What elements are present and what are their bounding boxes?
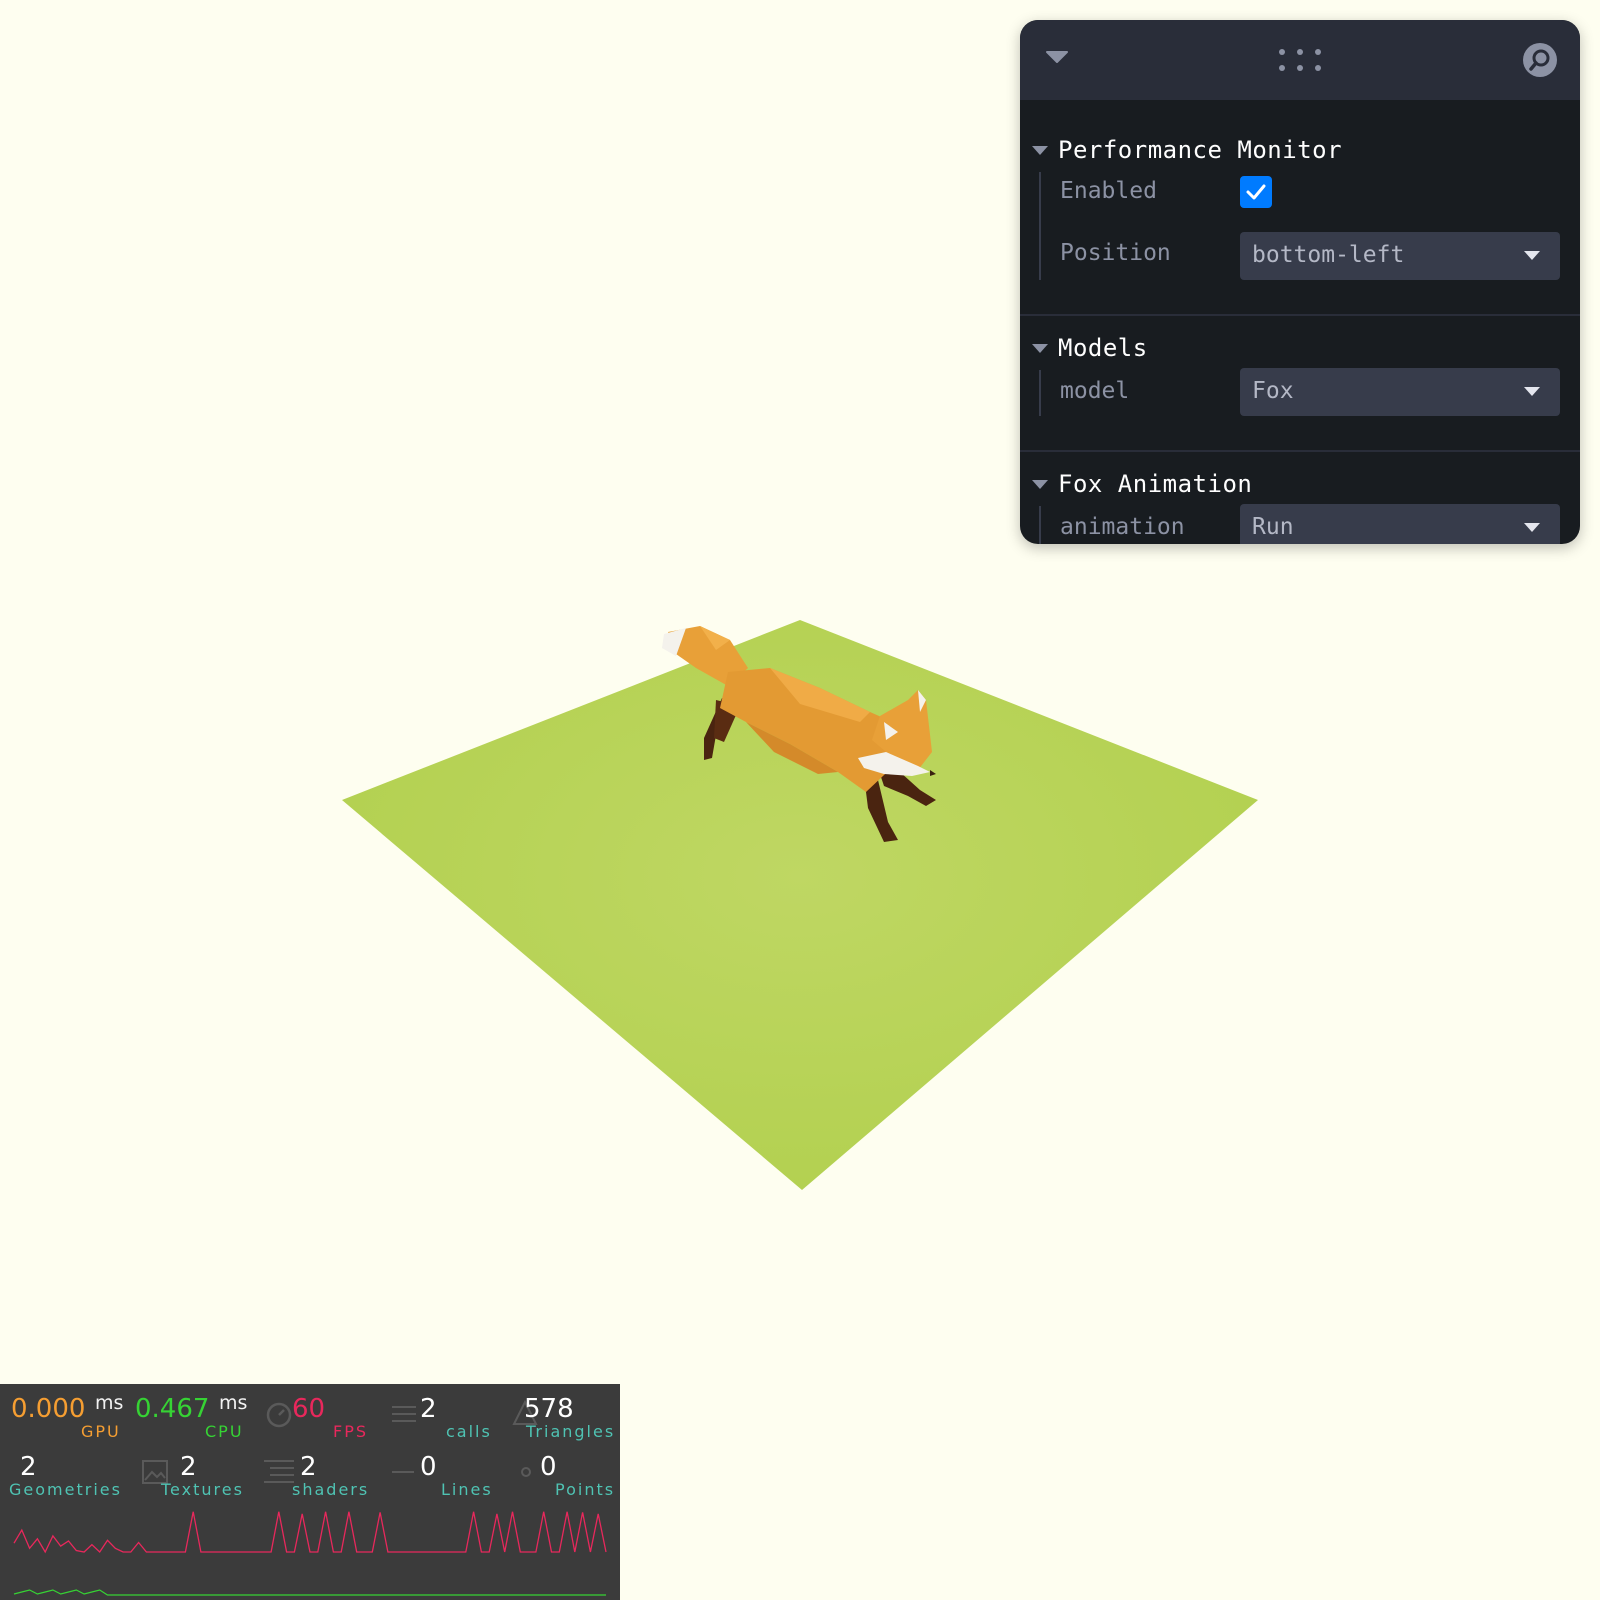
- model-select[interactable]: Fox: [1240, 368, 1560, 416]
- gpu-value: 0.000: [11, 1394, 86, 1424]
- point-icon: [521, 1467, 531, 1477]
- section-divider: [1020, 314, 1580, 316]
- section-indent-rule: [1039, 370, 1041, 416]
- checkmark-icon: [1246, 184, 1266, 200]
- calls-label: calls: [446, 1422, 492, 1441]
- geometries-value: 2: [20, 1452, 37, 1482]
- fps-label: FPS: [333, 1422, 369, 1441]
- section-divider: [1020, 450, 1580, 452]
- cpu-value: 0.467: [135, 1394, 210, 1424]
- list-icon: [392, 1406, 416, 1422]
- gpu-label: GPU: [81, 1422, 121, 1441]
- section-title: Fox Animation: [1058, 470, 1253, 498]
- cpu-unit: ms: [219, 1392, 248, 1414]
- panel-titlebar[interactable]: [1020, 20, 1580, 100]
- section-header-performance-monitor[interactable]: Performance Monitor: [1032, 132, 1342, 168]
- triangles-value: 578: [524, 1394, 574, 1424]
- fps-value: 60: [292, 1394, 326, 1424]
- drag-handle-icon[interactable]: [1278, 48, 1322, 72]
- animation-select[interactable]: Run: [1240, 504, 1560, 544]
- section-header-fox-animation[interactable]: Fox Animation: [1032, 466, 1252, 502]
- search-icon[interactable]: [1522, 42, 1558, 78]
- code-lines-icon: [264, 1460, 294, 1483]
- fps-history-line: [13, 1511, 607, 1554]
- position-select-value: bottom-left: [1252, 242, 1405, 268]
- cpu-label: CPU: [205, 1422, 244, 1441]
- stopwatch-icon: [266, 1402, 292, 1428]
- section-header-models[interactable]: Models: [1032, 330, 1148, 366]
- model-select-value: Fox: [1252, 378, 1294, 404]
- enabled-checkbox[interactable]: [1240, 176, 1272, 208]
- triangles-label: Triangles: [526, 1422, 616, 1441]
- section-indent-rule: [1039, 506, 1041, 544]
- calls-value: 2: [420, 1394, 437, 1424]
- chevron-down-icon[interactable]: [1046, 50, 1068, 64]
- caret-down-icon: [1032, 145, 1048, 155]
- line-icon: [392, 1471, 414, 1473]
- section-indent-rule: [1039, 172, 1041, 280]
- shaders-value: 2: [300, 1452, 317, 1482]
- chevron-down-icon: [1524, 523, 1540, 532]
- cpu-history-line: [13, 1589, 606, 1596]
- position-select[interactable]: bottom-left: [1240, 232, 1560, 280]
- position-label: Position: [1060, 240, 1171, 266]
- animation-label: animation: [1060, 514, 1185, 540]
- performance-monitor: 0.000 ms GPU 0.467 ms CPU 60 FPS 2 calls…: [0, 1384, 620, 1600]
- chevron-down-icon: [1524, 251, 1540, 260]
- chevron-down-icon: [1524, 387, 1540, 396]
- caret-down-icon: [1032, 479, 1048, 489]
- animation-select-value: Run: [1252, 514, 1294, 540]
- controls-panel: Performance Monitor Enabled Position bot…: [1020, 20, 1580, 544]
- textures-value: 2: [180, 1452, 197, 1482]
- section-title: Performance Monitor: [1058, 136, 1343, 164]
- section-title: Models: [1058, 334, 1148, 362]
- model-label: model: [1060, 378, 1130, 404]
- points-value: 0: [540, 1452, 557, 1482]
- gpu-unit: ms: [95, 1392, 124, 1414]
- caret-down-icon: [1032, 343, 1048, 353]
- fps-history-graph: [13, 1511, 607, 1596]
- enabled-label: Enabled: [1060, 178, 1157, 204]
- lines-value: 0: [420, 1452, 437, 1482]
